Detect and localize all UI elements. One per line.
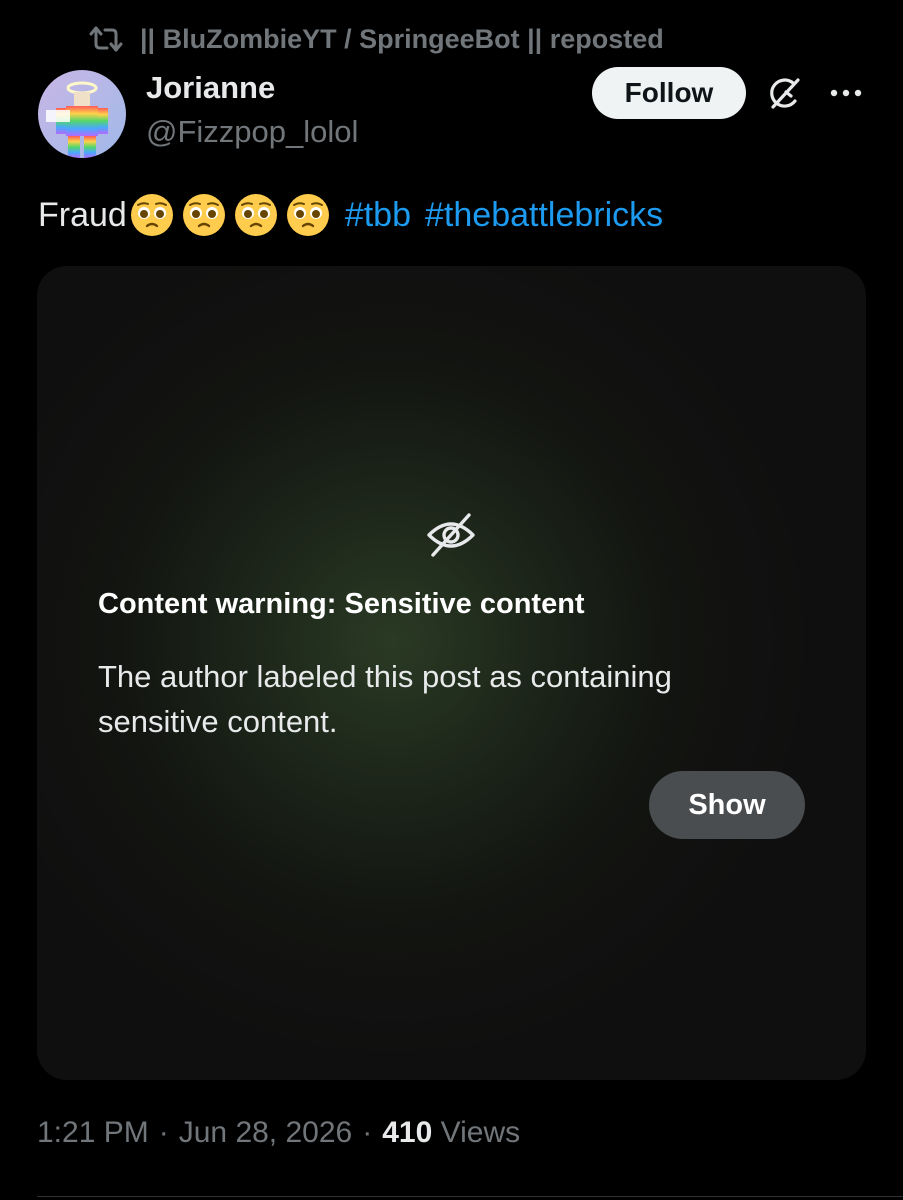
sensitive-media-card[interactable]: Content warning: Sensitive content The a… [37,266,866,1080]
follow-button[interactable]: Follow [592,67,746,119]
pleading-face-emoji [181,192,227,238]
author-name[interactable]: Jorianne [146,70,275,106]
hashtag-link[interactable]: #thebattlebricks [425,196,663,235]
content-warning-description: The author labeled this post as containi… [98,659,672,739]
emoji-group [129,192,331,238]
pleading-face-emoji [285,192,331,238]
meta-separator: · [362,1116,373,1149]
more-icon[interactable] [828,80,864,106]
show-button[interactable]: Show [649,771,805,839]
divider [37,1196,903,1197]
content-warning-title: Content warning: Sensitive content [98,588,585,620]
pleading-face-emoji [129,192,175,238]
post-meta: 1:21 PM · Jun 28, 2026 · 410 Views [37,1116,520,1150]
pleading-face-emoji [233,192,279,238]
post-text: Fraud #tbb #thebattlebricks [38,192,663,238]
hashtag-link[interactable]: #tbb [345,196,411,235]
repost-context[interactable]: || BluZombieYT / SpringeeBot || reposted [88,22,664,56]
eye-slash-icon [425,511,477,559]
repost-text: || BluZombieYT / SpringeeBot || reposted [140,23,664,54]
grok-icon[interactable] [764,74,804,114]
post-body-text: Fraud [38,195,127,234]
author-handle[interactable]: @Fizzpop_lolol [146,114,358,150]
views-count: 410 [382,1116,433,1149]
post-time[interactable]: 1:21 PM [37,1116,149,1150]
post-date[interactable]: Jun 28, 2026 [179,1116,352,1150]
meta-separator: · [158,1116,169,1149]
repost-icon [88,24,126,54]
post-detail: || BluZombieYT / SpringeeBot || reposted [0,0,903,1200]
views-label: Views [440,1116,521,1149]
avatar[interactable] [38,70,126,158]
